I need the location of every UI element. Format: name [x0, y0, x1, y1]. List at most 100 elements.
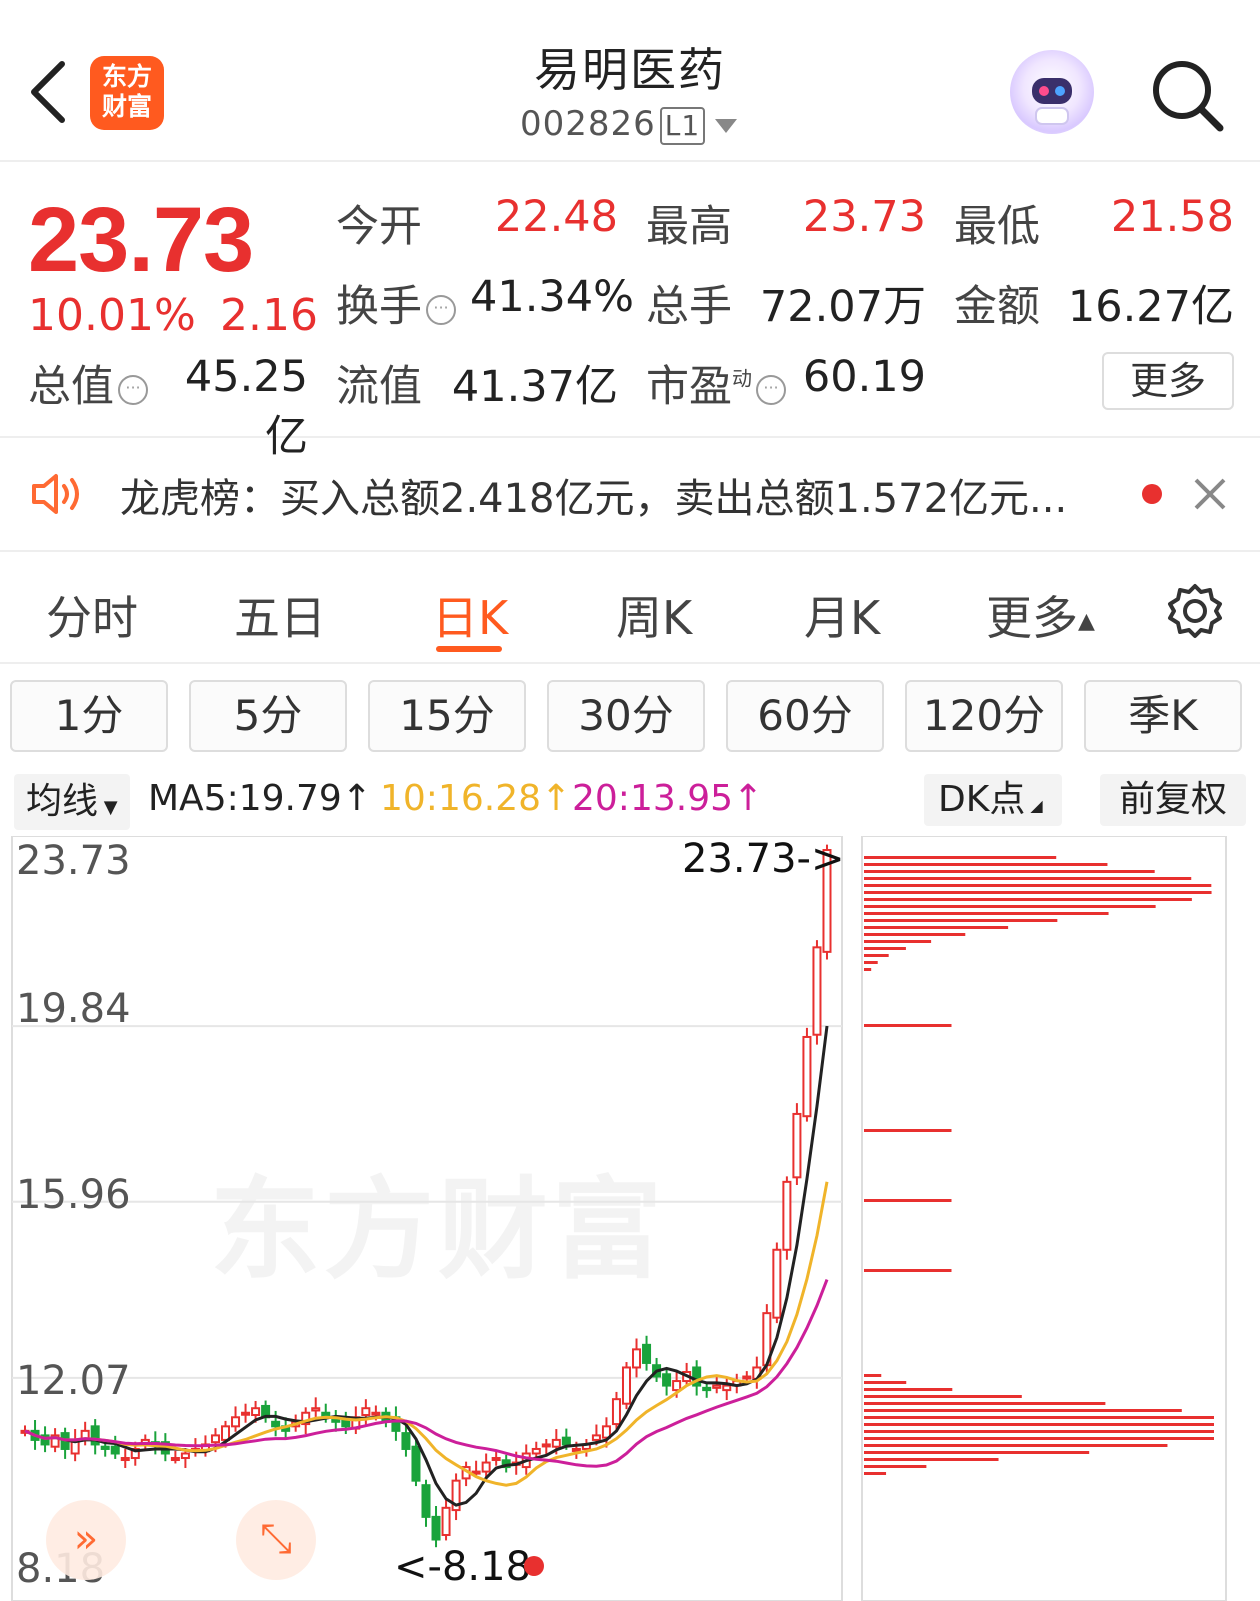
- chip-bar: [864, 1388, 953, 1391]
- tab-monthly-k[interactable]: 月K: [804, 582, 880, 648]
- candle-body: [642, 1343, 652, 1364]
- chip-bar: [864, 870, 1155, 873]
- ma-selector-label: 均线: [26, 781, 99, 822]
- triangle-up-icon: ▲: [1078, 609, 1095, 634]
- high-value: 23.73: [802, 192, 926, 242]
- candle-body: [531, 1447, 541, 1455]
- low-marker-dot: [524, 1556, 544, 1576]
- chip-bar: [864, 1129, 952, 1132]
- chip-bar: [864, 1374, 882, 1377]
- tab-intraday[interactable]: 分时: [46, 582, 138, 648]
- y-tick-2: 19.84: [16, 986, 131, 1032]
- candle-body: [541, 1443, 551, 1448]
- candle-body: [210, 1434, 220, 1444]
- settings-gear-icon[interactable]: [1166, 582, 1224, 640]
- dk-label: DK点: [938, 779, 1026, 820]
- candle-body: [742, 1375, 752, 1380]
- candle-body: [220, 1425, 231, 1441]
- candle-body: [110, 1445, 120, 1455]
- period-1min[interactable]: 1分: [10, 680, 168, 752]
- grid-lines: [12, 1025, 842, 1379]
- more-quote-button[interactable]: 更多: [1102, 352, 1234, 410]
- dropdown-arrow-icon: [715, 118, 738, 133]
- period-quarter-k[interactable]: 季K: [1084, 680, 1242, 752]
- ma5-value: MA5:19.79↑: [148, 778, 372, 819]
- candle-body: [120, 1457, 130, 1462]
- info-icon: ···: [118, 374, 148, 405]
- amount-value: 16.27亿: [1067, 282, 1234, 332]
- chip-bar: [864, 1430, 1214, 1433]
- ma-lines: [24, 1025, 829, 1507]
- chip-bar: [864, 919, 1058, 922]
- candle-body: [772, 1248, 782, 1319]
- close-icon[interactable]: [1192, 476, 1228, 512]
- price-adjust-button[interactable]: 前复权: [1100, 774, 1246, 826]
- unread-dot: [1142, 484, 1162, 504]
- last-price: 23.73: [28, 189, 254, 291]
- expand-sidebar-icon[interactable]: »: [46, 1500, 126, 1580]
- fullscreen-icon[interactable]: ⤡: [236, 1500, 316, 1580]
- candle-body: [100, 1445, 110, 1450]
- chip-bar: [864, 1409, 1182, 1412]
- pe-value: 60.19: [802, 352, 926, 402]
- notice-text[interactable]: 龙虎榜：买入总额2.418亿元，卖出总额1.572亿元...: [120, 466, 1067, 524]
- candle-body: [702, 1386, 712, 1392]
- candle-body: [471, 1470, 481, 1475]
- kline-chart[interactable]: [0, 836, 1260, 1601]
- volume-value: 72.07万: [759, 282, 926, 332]
- candle-body: [361, 1407, 371, 1417]
- candle-body: [712, 1384, 722, 1389]
- change-percent: 10.01%: [28, 290, 196, 341]
- candle-body: [722, 1384, 732, 1392]
- period-120min[interactable]: 120分: [905, 680, 1063, 752]
- candle-body: [481, 1461, 491, 1473]
- period-30min[interactable]: 30分: [547, 680, 705, 752]
- candle-body: [421, 1484, 431, 1518]
- open-label: 今开: [336, 202, 422, 252]
- turnover-label[interactable]: 换手 ···: [336, 272, 456, 334]
- candle-body: [401, 1432, 411, 1450]
- candle-body: [431, 1515, 441, 1541]
- chip-distribution: [864, 856, 1214, 1475]
- float-cap-value: 41.37亿: [451, 362, 618, 412]
- chip-bar: [864, 1381, 907, 1384]
- tab-five-day[interactable]: 五日: [234, 582, 326, 648]
- open-value: 22.48: [494, 192, 618, 242]
- volume-label: 总手: [646, 282, 732, 332]
- y-tick-4: 12.07: [16, 1358, 131, 1404]
- candle-body: [180, 1452, 190, 1460]
- chip-bar: [864, 961, 878, 964]
- period-15min[interactable]: 15分: [368, 680, 526, 752]
- tab-daily-k[interactable]: 日K: [432, 582, 508, 648]
- tab-weekly-k[interactable]: 周K: [616, 582, 692, 648]
- chip-bar: [864, 968, 872, 971]
- period-60min[interactable]: 60分: [726, 680, 884, 752]
- chip-bar: [864, 863, 1108, 866]
- ai-robot-icon[interactable]: [1010, 50, 1094, 134]
- candle-body: [241, 1411, 251, 1416]
- period-5min[interactable]: 5分: [189, 680, 347, 752]
- pe-label[interactable]: 市盈动 ···: [646, 352, 786, 414]
- ma-selector[interactable]: 均线 ▼: [14, 774, 130, 830]
- chip-bar: [864, 877, 1192, 880]
- candle-body: [812, 946, 822, 1036]
- search-icon[interactable]: [1148, 56, 1228, 136]
- pe-label-text: 市盈: [646, 362, 732, 412]
- ma5-line: [24, 1025, 829, 1507]
- high-label: 最高: [646, 202, 732, 252]
- candles: [20, 844, 832, 1548]
- candle-body: [782, 1180, 792, 1251]
- candle-body: [571, 1447, 581, 1452]
- dk-point-selector[interactable]: DK点 ◢: [924, 774, 1062, 826]
- stock-code-selector[interactable]: 002826 L1: [520, 104, 738, 145]
- info-icon: ···: [756, 374, 786, 405]
- caret-down-icon: ▼: [98, 797, 118, 818]
- tab-more[interactable]: 更多▲: [986, 582, 1095, 648]
- info-icon: ···: [426, 294, 456, 325]
- chip-bar: [864, 1444, 1168, 1447]
- ma10-value: 10:16.28↑: [380, 778, 572, 819]
- chip-bar: [864, 1458, 999, 1461]
- candle-body: [491, 1457, 501, 1462]
- mktcap-label[interactable]: 总值 ···: [28, 352, 148, 414]
- candle-body: [591, 1434, 601, 1441]
